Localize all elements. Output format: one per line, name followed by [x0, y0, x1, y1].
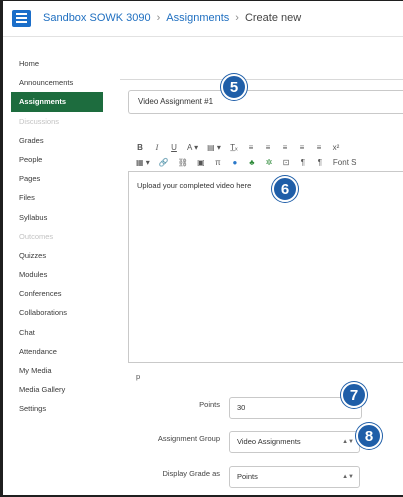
- sidebar-item-outcomes[interactable]: Outcomes: [11, 227, 103, 246]
- display-grade-label: Display Grade as: [162, 469, 220, 478]
- assignment-group-value: Video Assignments: [237, 437, 301, 446]
- bold-icon[interactable]: B: [136, 142, 144, 152]
- sidebar-item-modules[interactable]: Modules: [11, 265, 103, 284]
- apps-icon[interactable]: ♣: [248, 157, 256, 167]
- sidebar-item-collaborations[interactable]: Collaborations: [11, 303, 103, 322]
- course-nav: Home Announcements Assignments Discussions G…: [11, 54, 103, 419]
- breadcrumb: Sandbox SOWK 3090 › Assignments › Create…: [43, 12, 301, 24]
- align-left-icon[interactable]: ≡: [247, 142, 255, 152]
- clear-formatting-icon[interactable]: T̲ₓ: [230, 142, 238, 152]
- underline-icon[interactable]: U: [170, 142, 178, 152]
- hamburger-menu-icon[interactable]: [12, 9, 31, 27]
- sidebar-item-quizzes[interactable]: Quizzes: [11, 246, 103, 265]
- sidebar-item-pages[interactable]: Pages: [11, 169, 103, 188]
- font-size-select[interactable]: Font S: [333, 157, 357, 167]
- sidebar-item-attendance[interactable]: Attendance: [11, 342, 103, 361]
- editor-toolbar-row-2: ▦ ▾ 🔗 ⛓ ▣ π ● ♣ ✲ ⊡ ¶ ¶ Font S: [136, 157, 357, 167]
- image-icon[interactable]: ▣: [197, 157, 205, 167]
- callout-badge-6: 6: [272, 176, 298, 202]
- breadcrumb-course[interactable]: Sandbox SOWK 3090: [43, 12, 151, 24]
- sidebar-item-files[interactable]: Files: [11, 188, 103, 207]
- select-arrows-icon: ▲▼: [342, 474, 354, 480]
- breadcrumb-assignments[interactable]: Assignments: [166, 12, 229, 24]
- callout-badge-7: 7: [341, 382, 367, 408]
- rich-text-editor[interactable]: Upload your completed video here: [128, 171, 403, 363]
- sidebar-item-syllabus[interactable]: Syllabus: [11, 208, 103, 227]
- breadcrumb-current: Create new: [244, 12, 302, 24]
- sidebar-item-discussions[interactable]: Discussions: [11, 112, 103, 131]
- assignment-group-label: Assignment Group: [157, 434, 220, 443]
- title-divider: [120, 79, 403, 80]
- display-grade-select[interactable]: Points ▲▼: [229, 466, 360, 488]
- sidebar-item-announcements[interactable]: Announcements: [11, 73, 103, 92]
- unlink-icon[interactable]: ⛓: [178, 157, 188, 167]
- numbered-list-icon[interactable]: ≡: [315, 142, 323, 152]
- sidebar-item-my-media[interactable]: My Media: [11, 361, 103, 380]
- sidebar-item-settings[interactable]: Settings: [11, 399, 103, 418]
- editor-content[interactable]: Upload your completed video here: [137, 181, 251, 190]
- sidebar-item-assignments[interactable]: Assignments: [11, 92, 103, 112]
- header-divider: [3, 36, 403, 37]
- align-center-icon[interactable]: ≡: [264, 142, 272, 152]
- media-icon[interactable]: ●: [231, 157, 239, 167]
- assignment-group-select[interactable]: Video Assignments ▲▼: [229, 431, 360, 453]
- sidebar-item-grades[interactable]: Grades: [11, 131, 103, 150]
- html-editor-icon[interactable]: ⊡: [282, 157, 290, 167]
- sidebar-item-chat[interactable]: Chat: [11, 323, 103, 342]
- superscript-icon[interactable]: x²: [332, 142, 340, 152]
- embed-icon[interactable]: ✲: [265, 157, 273, 167]
- breadcrumb-separator-icon: ›: [235, 12, 239, 24]
- background-color-icon[interactable]: ▤ ▾: [207, 142, 221, 152]
- table-icon[interactable]: ▦ ▾: [136, 157, 150, 167]
- editor-toolbar-row-1: BIU A ▾ ▤ ▾ T̲ₓ ≡ ≡ ≡ ≡ ≡ x²: [136, 142, 340, 152]
- sidebar-item-people[interactable]: People: [11, 150, 103, 169]
- sidebar-item-conferences[interactable]: Conferences: [11, 284, 103, 303]
- sidebar-item-media-gallery[interactable]: Media Gallery: [11, 380, 103, 399]
- ltr-icon[interactable]: ¶: [299, 157, 307, 167]
- sidebar-item-home[interactable]: Home: [11, 54, 103, 73]
- assignment-title-input[interactable]: Video Assignment #1: [128, 90, 403, 114]
- course-header: Sandbox SOWK 3090 › Assignments › Create…: [3, 1, 403, 35]
- bullet-list-icon[interactable]: ≡: [298, 142, 306, 152]
- select-arrows-icon: ▲▼: [342, 439, 354, 445]
- callout-badge-5: 5: [221, 74, 247, 100]
- points-label: Points: [199, 400, 220, 409]
- font-color-icon[interactable]: A ▾: [187, 142, 198, 152]
- editor-element-path: p: [136, 372, 141, 381]
- italic-icon[interactable]: I: [153, 142, 161, 152]
- align-right-icon[interactable]: ≡: [281, 142, 289, 152]
- breadcrumb-separator-icon: ›: [156, 12, 161, 24]
- equation-icon[interactable]: π: [214, 157, 222, 167]
- callout-badge-8: 8: [356, 423, 382, 449]
- rtl-icon[interactable]: ¶: [316, 157, 324, 167]
- link-icon[interactable]: 🔗: [159, 157, 169, 167]
- display-grade-value: Points: [237, 472, 258, 481]
